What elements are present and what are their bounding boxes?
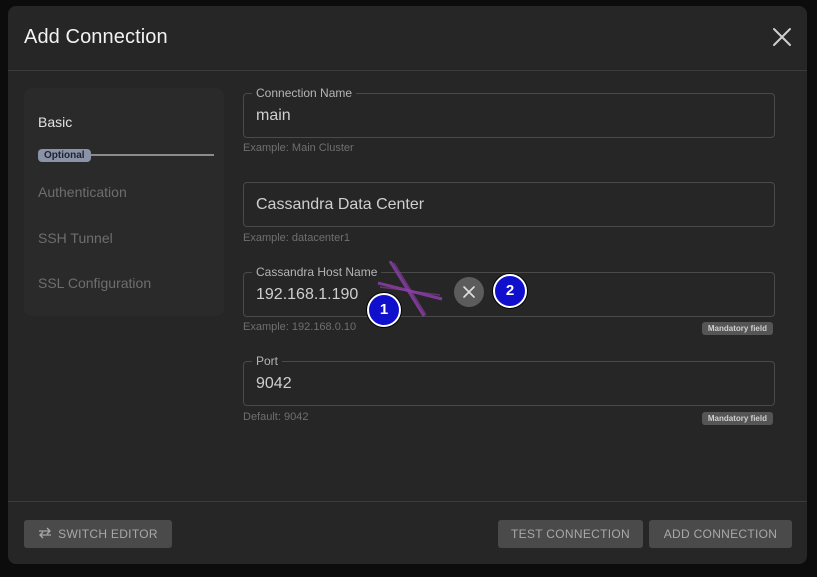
switch-editor-label: SWITCH EDITOR <box>58 527 158 541</box>
dialog-header: Add Connection <box>8 6 807 71</box>
host-name-label: Cassandra Host Name <box>252 266 382 279</box>
annotation-marker-2: 2 <box>493 274 527 308</box>
data-center-field[interactable]: Cassandra Data Center <box>243 182 775 227</box>
host-mandatory-badge: Mandatory field <box>701 322 773 335</box>
test-connection-button[interactable]: TEST CONNECTION <box>498 520 643 548</box>
connection-name-field[interactable]: Connection Name main <box>243 87 775 138</box>
step-basic[interactable]: Basic <box>38 114 72 130</box>
annotation-marker-1: 1 <box>367 293 401 327</box>
step-ssl-configuration[interactable]: SSL Configuration <box>38 275 151 291</box>
port-field[interactable]: Port 9042 <box>243 355 775 406</box>
add-connection-button[interactable]: ADD CONNECTION <box>649 520 792 548</box>
step-authentication[interactable]: Authentication <box>38 184 127 200</box>
port-value: 9042 <box>256 375 292 392</box>
host-name-value: 192.168.1.190 <box>256 286 359 303</box>
port-label: Port <box>252 355 283 368</box>
port-helper: Default: 9042 <box>243 411 309 423</box>
clear-host-button[interactable] <box>454 277 484 307</box>
dialog-title: Add Connection <box>24 26 168 48</box>
optional-badge: Optional <box>38 149 91 162</box>
data-center-helper: Example: datacenter1 <box>243 232 351 244</box>
connection-name-value: main <box>256 107 291 124</box>
close-icon[interactable] <box>771 26 793 48</box>
clear-icon <box>463 286 475 298</box>
connection-name-label: Connection Name <box>252 87 357 100</box>
footer-divider <box>8 501 807 502</box>
switch-editor-button[interactable]: SWITCH EDITOR <box>24 520 172 548</box>
step-ssh-tunnel[interactable]: SSH Tunnel <box>38 230 113 246</box>
add-connection-dialog: Add Connection Basic Optional Authentica… <box>8 6 807 564</box>
step-sidebar: Basic Optional Authentication SSH Tunnel… <box>24 88 224 316</box>
connection-name-helper: Example: Main Cluster <box>243 142 354 154</box>
host-name-helper: Example: 192.168.0.10 <box>243 321 357 333</box>
switch-icon <box>38 521 52 549</box>
port-mandatory-badge: Mandatory field <box>701 412 773 425</box>
data-center-placeholder: Cassandra Data Center <box>256 196 425 213</box>
